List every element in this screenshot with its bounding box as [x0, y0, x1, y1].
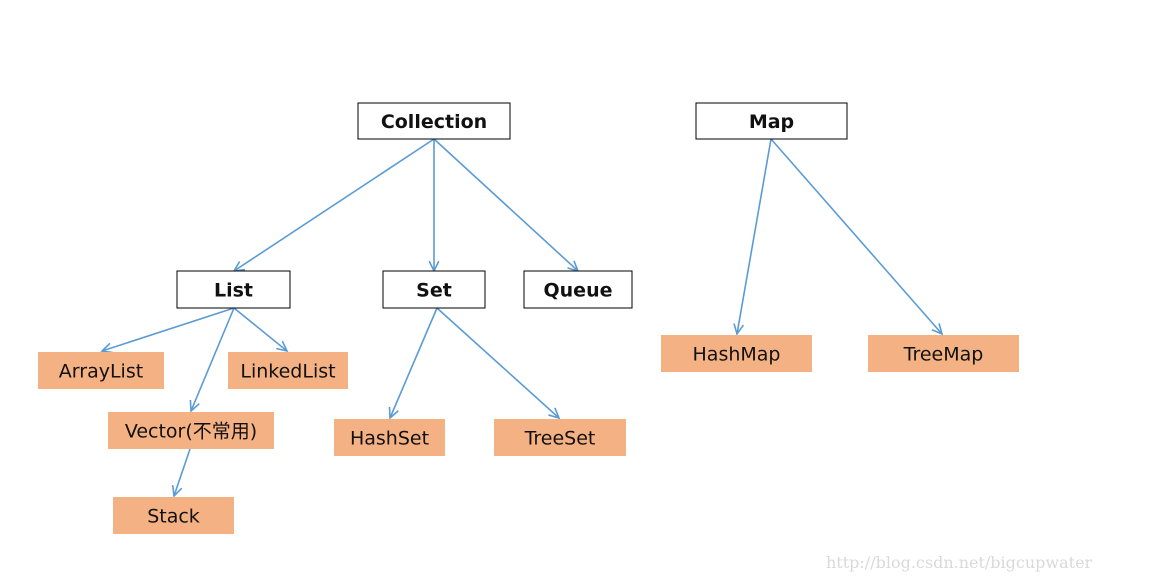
- node-label: Stack: [147, 506, 200, 528]
- node-label: Collection: [381, 111, 487, 133]
- node-hashmap: HashMap: [661, 335, 812, 372]
- node-label: Map: [749, 111, 794, 133]
- collection-hierarchy-diagram: Collection Map List Set Queue ArrayList Linked…: [38, 102, 1019, 534]
- edge-set-to-hashset: [388, 307, 438, 420]
- node-label: Vector(不常用): [125, 421, 257, 443]
- watermark: http://blog.csdn.net/bigcupwater: [826, 553, 1093, 572]
- node-label: TreeSet: [524, 428, 596, 450]
- node-list: List: [176, 270, 291, 309]
- edge-collection-to-set: [428, 139, 440, 273]
- node-arraylist: ArrayList: [38, 352, 164, 389]
- node-collection: Collection: [357, 102, 511, 140]
- node-stack: Stack: [113, 497, 234, 534]
- edge-list-to-linkedlist: [233, 307, 289, 353]
- node-queue: Queue: [523, 270, 633, 309]
- edge-map-to-treemap: [770, 138, 944, 336]
- edge-list-to-arraylist: [100, 307, 235, 354]
- edge-collection-to-queue: [433, 138, 580, 273]
- arrowhead-icon: [232, 261, 246, 273]
- edge-list-to-vector: [189, 307, 235, 413]
- node-set: Set: [382, 270, 486, 309]
- edge-map-to-hashmap: [733, 138, 772, 336]
- node-label: Set: [416, 280, 452, 302]
- node-label: HashMap: [693, 344, 781, 366]
- node-map: Map: [695, 102, 848, 140]
- node-linkedlist: LinkedList: [228, 352, 348, 389]
- node-hashset: HashSet: [334, 419, 445, 456]
- node-treemap: TreeMap: [868, 335, 1019, 372]
- node-label: TreeMap: [903, 344, 984, 366]
- node-label: Queue: [544, 280, 613, 302]
- node-vector: Vector(不常用): [108, 412, 274, 449]
- node-treeset: TreeSet: [494, 419, 626, 456]
- edge-collection-to-list: [232, 138, 435, 273]
- node-label: ArrayList: [59, 361, 143, 383]
- node-label: HashSet: [350, 428, 429, 450]
- node-label: LinkedList: [240, 361, 335, 383]
- edge-set-to-treeset: [436, 307, 561, 420]
- edge-vector-to-stack: [171, 448, 191, 498]
- node-label: List: [214, 280, 253, 302]
